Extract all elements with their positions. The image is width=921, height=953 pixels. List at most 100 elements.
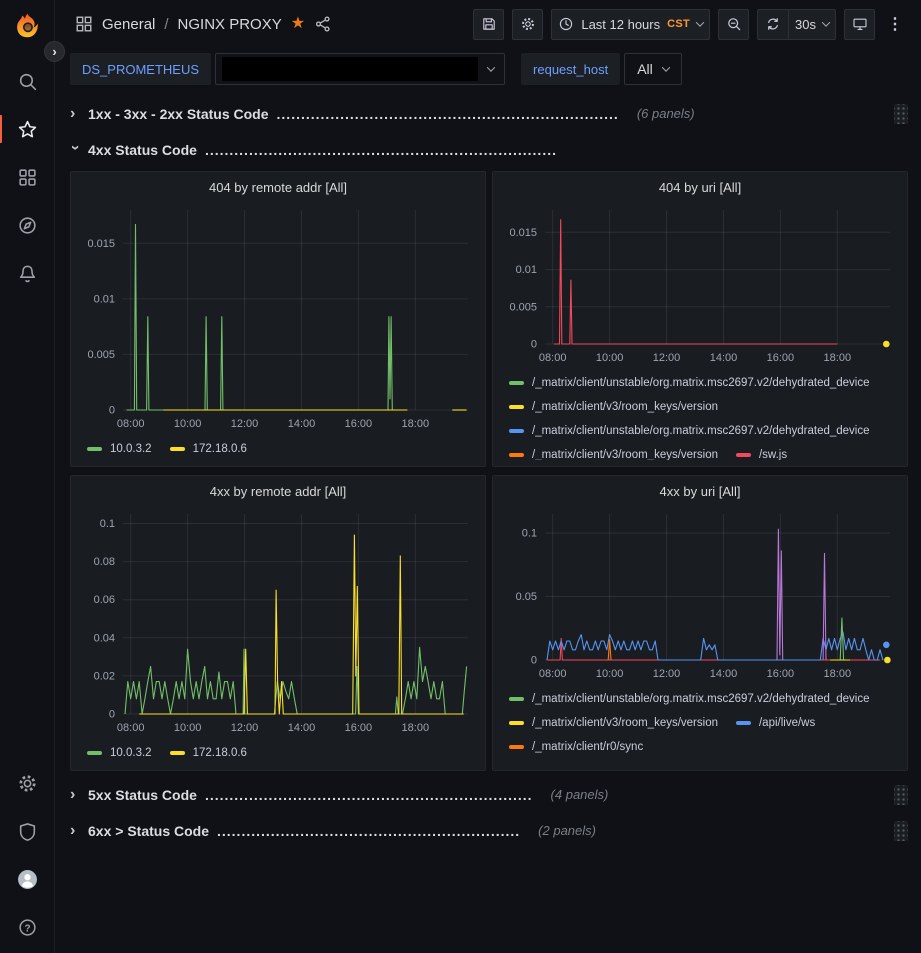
legend-row: /_matrix/client/unstable/org.matrix.msc2… xyxy=(509,419,899,443)
chart-legend: /_matrix/client/unstable/org.matrix.msc2… xyxy=(501,687,899,764)
refresh-interval-value: 30s xyxy=(795,17,816,32)
legend-item[interactable]: 172.18.0.6 xyxy=(170,747,247,759)
row-drag-handle[interactable] xyxy=(894,785,908,805)
grafana-logo-icon[interactable] xyxy=(14,12,41,39)
legend-item[interactable]: 172.18.0.6 xyxy=(170,443,247,455)
legend-item[interactable]: /_matrix/client/v3/room_keys/version xyxy=(509,401,718,413)
legend-item[interactable]: /_matrix/client/unstable/org.matrix.msc2… xyxy=(509,425,870,437)
chevron-right-icon: › xyxy=(70,823,80,839)
svg-text:08:00: 08:00 xyxy=(539,352,567,364)
row-title: 4xx Status Code xyxy=(88,142,197,158)
search-icon[interactable] xyxy=(15,69,39,93)
panel-title[interactable]: 404 by remote addr [All] xyxy=(79,178,477,200)
series-label: /api/live/ws xyxy=(759,717,815,729)
chevron-down-icon xyxy=(487,63,495,71)
time-series-chart[interactable]: 00.020.040.060.080.108:0010:0012:0014:00… xyxy=(79,504,477,739)
row-panel-count: (6 panels) xyxy=(637,106,695,121)
kebab-icon: ⋮ xyxy=(887,14,903,34)
series-color-swatch xyxy=(170,751,185,755)
legend-row: /_matrix/client/unstable/org.matrix.msc2… xyxy=(509,687,899,711)
svg-text:08:00: 08:00 xyxy=(117,722,145,734)
row-header-5xx[interactable]: › 5xx Status Code ......................… xyxy=(70,780,908,809)
user-avatar[interactable] xyxy=(15,867,39,891)
legend-item[interactable]: /sw.js xyxy=(736,449,787,460)
series-label: /_matrix/client/r0/sync xyxy=(532,741,643,753)
legend-item[interactable]: /api/live/ws xyxy=(736,717,815,729)
panel-title[interactable]: 4xx by remote addr [All] xyxy=(79,482,477,504)
series-color-swatch xyxy=(509,405,524,409)
svg-text:10:00: 10:00 xyxy=(174,418,202,430)
series-color-swatch xyxy=(87,751,102,755)
svg-text:16:00: 16:00 xyxy=(345,418,373,430)
zoom-out-time-button[interactable] xyxy=(718,9,749,40)
request-host-select[interactable]: All xyxy=(624,53,682,85)
svg-text:0.005: 0.005 xyxy=(87,349,115,361)
legend-item[interactable]: /_matrix/client/unstable/org.matrix.msc2… xyxy=(509,693,870,705)
legend-row: /_matrix/client/v3/room_keys/version xyxy=(509,395,899,419)
legend-item[interactable]: 10.0.3.2 xyxy=(87,443,152,455)
page-title[interactable]: NGINX PROXY xyxy=(178,16,282,33)
timezone-label: CST xyxy=(667,18,690,30)
row-header-1xx-3xx-2xx[interactable]: › 1xx - 3xx - 2xx Status Code ..........… xyxy=(70,99,908,128)
sidebar-expand-button[interactable]: › xyxy=(44,41,65,62)
panel-404-by-uri: 404 by uri [All] 00.0050.010.01508:0010:… xyxy=(492,171,908,467)
svg-text:14:00: 14:00 xyxy=(710,352,738,364)
grafana-app: ? › General / NGINX PROXY ★ xyxy=(0,0,921,953)
svg-text:18:00: 18:00 xyxy=(824,668,852,680)
panel-404-by-remote-addr: 404 by remote addr [All] 00.0050.010.015… xyxy=(70,171,486,467)
series-label: /_matrix/client/v3/room_keys/version xyxy=(532,449,718,460)
legend-item[interactable]: 10.0.3.2 xyxy=(87,747,152,759)
clock-icon xyxy=(558,16,574,32)
sidebar-item-configuration[interactable] xyxy=(15,771,39,795)
dashboards-grid-icon[interactable] xyxy=(75,15,93,33)
row-header-6xx[interactable]: › 6xx > Status Code ....................… xyxy=(70,816,908,845)
row-title-leader: ........................................… xyxy=(217,823,520,839)
panel-title[interactable]: 404 by uri [All] xyxy=(501,178,899,200)
refresh-interval-select[interactable]: 30s xyxy=(788,9,836,40)
legend-row: 10.0.3.2 172.18.0.6 xyxy=(87,437,477,460)
time-range-picker[interactable]: Last 12 hours CST xyxy=(551,9,710,40)
ds-prometheus-select[interactable] xyxy=(215,53,505,85)
time-series-chart[interactable]: 00.0050.010.01508:0010:0012:0014:0016:00… xyxy=(501,200,899,369)
svg-text:10:00: 10:00 xyxy=(174,722,202,734)
sidebar-item-explore[interactable] xyxy=(15,213,39,237)
ds-prometheus-label[interactable]: DS_PROMETHEUS xyxy=(70,53,211,85)
time-series-chart[interactable]: 00.0050.010.01508:0010:0012:0014:0016:00… xyxy=(79,200,477,435)
save-dashboard-button[interactable] xyxy=(473,9,504,40)
sidebar-item-alerting[interactable] xyxy=(15,261,39,285)
dashboard-header: General / NGINX PROXY ★ Last 12 hours xyxy=(55,0,921,48)
legend-row: /_matrix/client/r0/sync xyxy=(509,735,899,759)
svg-text:10:00: 10:00 xyxy=(596,352,624,364)
toolbar: Last 12 hours CST 30s xyxy=(473,9,907,40)
legend-item[interactable]: /_matrix/client/v3/room_keys/version xyxy=(509,717,718,729)
kebab-menu-button[interactable]: ⋮ xyxy=(883,9,907,40)
share-icon[interactable] xyxy=(314,15,332,33)
chart-legend: 10.0.3.2 172.18.0.6 xyxy=(79,437,477,460)
panel-grid: 404 by remote addr [All] 00.0050.010.015… xyxy=(70,171,908,771)
breadcrumb-folder[interactable]: General xyxy=(102,16,155,33)
dashboard-settings-button[interactable] xyxy=(512,9,543,40)
svg-text:18:00: 18:00 xyxy=(402,418,430,430)
series-label: /_matrix/client/v3/room_keys/version xyxy=(532,401,718,413)
request-host-label[interactable]: request_host xyxy=(521,53,620,85)
series-color-swatch xyxy=(509,429,524,433)
time-series-chart[interactable]: 00.050.108:0010:0012:0014:0016:0018:00 xyxy=(501,504,899,685)
sidebar-item-dashboards[interactable] xyxy=(15,165,39,189)
row-title-leader: ........................................… xyxy=(277,106,619,122)
svg-text:0.04: 0.04 xyxy=(94,632,115,644)
datasource-value-redacted xyxy=(222,57,478,81)
panel-title[interactable]: 4xx by uri [All] xyxy=(501,482,899,504)
sidebar-item-starred[interactable] xyxy=(15,117,39,141)
row-drag-handle[interactable] xyxy=(894,821,908,841)
row-header-4xx[interactable]: › 4xx Status Code ......................… xyxy=(70,135,908,164)
favorite-star-icon[interactable]: ★ xyxy=(291,16,305,32)
tv-mode-button[interactable] xyxy=(844,9,875,40)
legend-item[interactable]: /_matrix/client/unstable/org.matrix.msc2… xyxy=(509,377,870,389)
sidebar-item-server-admin[interactable] xyxy=(15,819,39,843)
legend-item[interactable]: /_matrix/client/r0/sync xyxy=(509,741,643,753)
svg-text:0.1: 0.1 xyxy=(522,528,537,540)
legend-item[interactable]: /_matrix/client/v3/room_keys/version xyxy=(509,449,718,460)
help-icon[interactable]: ? xyxy=(15,915,39,939)
refresh-button[interactable] xyxy=(757,9,788,40)
row-drag-handle[interactable] xyxy=(894,104,908,124)
